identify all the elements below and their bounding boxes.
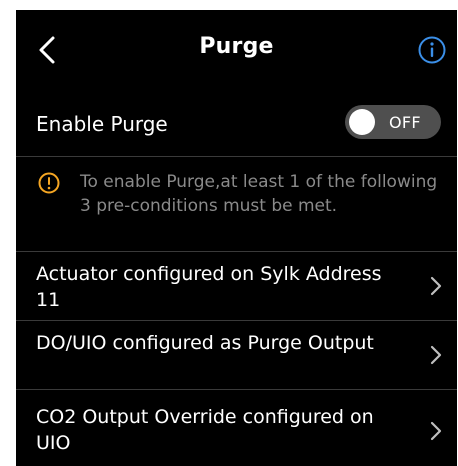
preconditions-notice: To enable Purge,at least 1 of the follow…: [16, 157, 457, 252]
info-button[interactable]: [417, 35, 447, 65]
toggle-state-label: OFF: [389, 113, 421, 132]
condition-actuator-row[interactable]: Actuator configured on Sylk Address 11: [16, 252, 457, 321]
header-bar: Purge: [16, 10, 457, 90]
enable-purge-label: Enable Purge: [36, 112, 168, 136]
chevron-right-icon: [429, 275, 443, 297]
warning-circle-icon: [38, 172, 60, 194]
toggle-knob: [349, 109, 375, 135]
chevron-right-icon: [429, 420, 443, 442]
condition-purge-output-row[interactable]: DO/UIO configured as Purge Output: [16, 321, 457, 390]
condition-label: DO/UIO configured as Purge Output: [36, 332, 374, 354]
purge-screen: Purge Enable Purge OFF To enable Purge,a…: [16, 10, 457, 466]
page-title: Purge: [199, 34, 274, 59]
condition-label: CO2 Output Override configured on UIO: [36, 406, 374, 454]
enable-purge-toggle[interactable]: OFF: [345, 105, 441, 139]
enable-purge-row: Enable Purge OFF: [16, 90, 457, 157]
info-circle-icon: [418, 36, 446, 64]
condition-co2-override-row[interactable]: CO2 Output Override configured on UIO: [16, 390, 457, 466]
condition-label: Actuator configured on Sylk Address 11: [36, 263, 382, 311]
preconditions-text: To enable Purge,at least 1 of the follow…: [80, 172, 438, 216]
chevron-right-icon: [429, 344, 443, 366]
